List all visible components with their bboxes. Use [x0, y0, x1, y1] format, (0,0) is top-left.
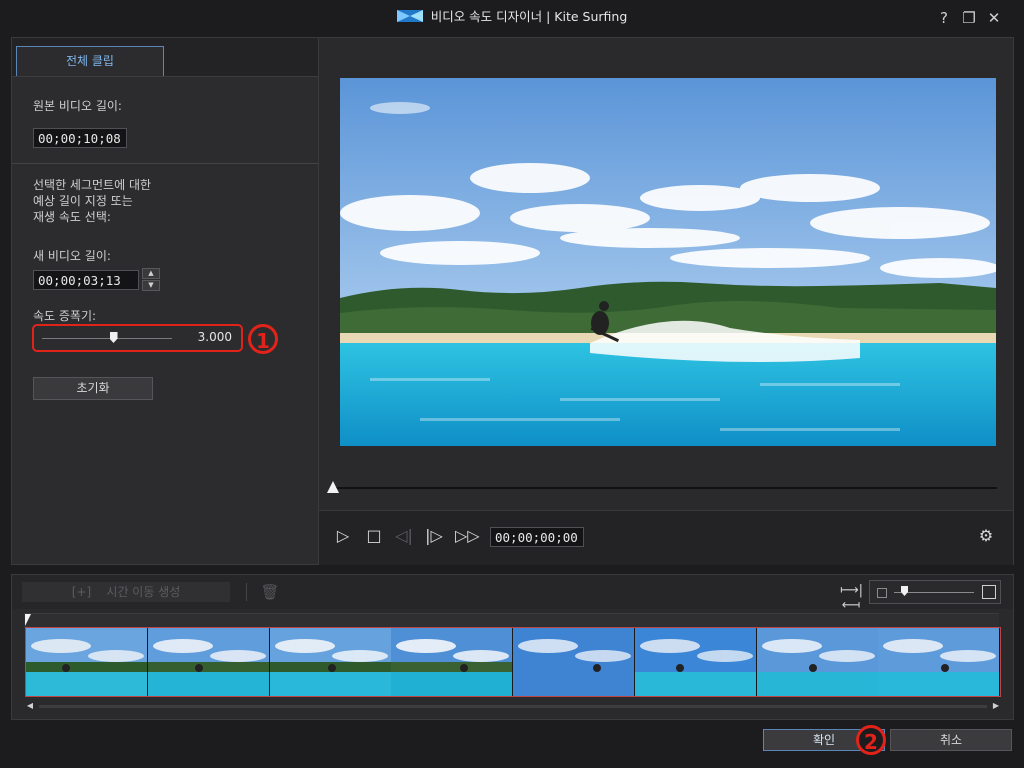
- filmstrip-thumbnail: [634, 628, 757, 696]
- play-icon[interactable]: ▷: [332, 525, 354, 547]
- spin-down-button[interactable]: ▼: [142, 280, 160, 291]
- add-bracket-icon: [+]: [71, 585, 92, 599]
- cancel-button[interactable]: 취소: [890, 729, 1012, 751]
- trash-icon[interactable]: 🗑: [260, 581, 280, 603]
- close-button[interactable]: ✕: [984, 8, 1004, 28]
- scroll-right-arrow-icon[interactable]: ▶: [991, 701, 1001, 711]
- filmstrip-thumbnail: [269, 628, 392, 696]
- zoom-in-icon[interactable]: [982, 585, 996, 599]
- spin-up-button[interactable]: ▲: [142, 268, 160, 279]
- filmstrip-thumbnail: [391, 628, 514, 696]
- filmstrip-thumbnail: [756, 628, 879, 696]
- window-title-text: 비디오 속도 디자이너 | Kite Surfing: [430, 9, 628, 24]
- timeline-toolbar: [+] 시간 이동 생성 🗑 ⟼|⟻: [12, 575, 1013, 613]
- stop-icon[interactable]: □: [363, 525, 385, 547]
- reset-button[interactable]: 초기화: [33, 377, 153, 400]
- callout-badge-1: 1: [248, 324, 278, 354]
- instruction-line: 재생 속도 선택:: [33, 210, 111, 224]
- previous-frame-icon[interactable]: ◁|: [393, 525, 415, 547]
- next-frame-icon[interactable]: |▷: [423, 525, 445, 547]
- toolbar-separator: [246, 583, 247, 601]
- filmstrip-thumbnail: [26, 628, 148, 696]
- instruction-line: 예상 길이 지정 또는: [33, 194, 133, 208]
- current-time-display: 00;00;00;00: [490, 527, 584, 547]
- zoom-slider-handle[interactable]: [901, 586, 908, 596]
- tab-entire-clip[interactable]: 전체 클립: [16, 46, 164, 76]
- restore-button[interactable]: ❐: [959, 8, 979, 28]
- video-frame-image: [340, 78, 996, 446]
- speed-value: 3.000: [197, 330, 232, 344]
- scroll-left-arrow-icon[interactable]: ◀: [25, 701, 35, 711]
- instruction-text: 선택한 세그먼트에 대한 예상 길이 지정 또는 재생 속도 선택:: [33, 177, 151, 225]
- new-length-input[interactable]: 00;00;03;13: [33, 270, 139, 290]
- scroll-track[interactable]: [39, 705, 987, 708]
- speed-slider-handle[interactable]: [109, 332, 118, 343]
- filmstrip-thumbnail: [878, 628, 1000, 696]
- horizontal-scrollbar[interactable]: ◀ ▶: [25, 701, 1001, 711]
- help-button[interactable]: ?: [934, 8, 954, 28]
- fit-to-timeline-icon[interactable]: ⟼|⟻: [840, 583, 863, 613]
- speed-multiplier-label: 속도 증폭기:: [33, 309, 97, 323]
- new-length-label: 새 비디오 길이:: [33, 249, 111, 263]
- transport-controls: ▷ □ ◁| |▷ ▷▷ 00;00;00;00 ⚙: [319, 510, 1013, 565]
- zoom-out-icon[interactable]: [877, 588, 887, 598]
- create-time-shift-label: 시간 이동 생성: [106, 585, 181, 599]
- timeline-ruler[interactable]: [24, 613, 999, 628]
- filmstrip-thumbnail: [513, 628, 635, 696]
- video-filmstrip[interactable]: [25, 627, 1001, 697]
- preview-panel: ▷ □ ◁| |▷ ▷▷ 00;00;00;00 ⚙: [318, 37, 1014, 565]
- window-title: 비디오 속도 디자이너 | Kite Surfing: [0, 6, 1024, 26]
- original-length-label: 원본 비디오 길이:: [33, 99, 122, 113]
- speed-slider-track[interactable]: [42, 338, 172, 339]
- fast-forward-icon[interactable]: ▷▷: [455, 525, 480, 547]
- section-divider: [12, 163, 319, 164]
- zoom-control: [869, 580, 1001, 604]
- app-logo-icon: [396, 9, 423, 26]
- filmstrip-thumbnail: [147, 628, 270, 696]
- settings-gear-icon[interactable]: ⚙: [975, 525, 997, 547]
- seek-bar[interactable]: [333, 487, 997, 489]
- instruction-line: 선택한 세그먼트에 대한: [33, 178, 152, 192]
- tab-bar: 전체 클립: [12, 38, 319, 77]
- speed-slider-highlight: 3.000: [32, 324, 243, 352]
- video-preview: [340, 78, 996, 446]
- create-time-shift-button[interactable]: [+] 시간 이동 생성: [22, 582, 230, 602]
- settings-panel: 전체 클립 원본 비디오 길이: 00;00;10;08 선택한 세그먼트에 대…: [11, 37, 320, 565]
- callout-badge-2: 2: [856, 725, 886, 755]
- timeline-panel: [+] 시간 이동 생성 🗑 ⟼|⟻ ◀ ▶: [11, 574, 1014, 720]
- original-length-value: 00;00;10;08: [33, 128, 127, 148]
- playhead-marker[interactable]: [25, 614, 31, 626]
